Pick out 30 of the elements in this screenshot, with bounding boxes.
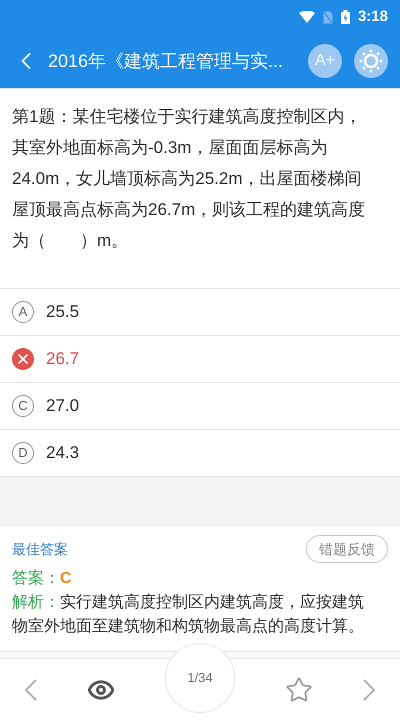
chevron-left-icon <box>25 678 37 700</box>
option-letter: A <box>12 301 34 323</box>
option-text: 26.7 <box>46 348 80 370</box>
answer-option[interactable]: 26.7 <box>0 336 400 383</box>
analysis-text: 解析：实行建筑高度控制区内建筑高度，应按建筑物室外地面至建筑物和构筑物最高点的高度计算。 <box>12 592 365 637</box>
no-sim-icon <box>322 10 333 24</box>
question-text: 第1题：某住宅楼位于实行建筑高度控制区内，其室外地面标高为-0.3m，屋面面层标高为24.0m，女儿墙顶标高为25.2m，出屋面楼梯间屋顶最高点标高为26.7m，则该工程的建筑高度为（ ）m。 <box>11 106 366 252</box>
card-title: 最佳答案 <box>12 540 68 558</box>
next-button[interactable] <box>363 678 375 700</box>
option-letter: C <box>12 395 34 417</box>
chevron-right-icon <box>363 678 375 700</box>
option-letter: D <box>12 442 34 464</box>
previous-button[interactable] <box>25 678 37 700</box>
option-text: 24.3 <box>46 442 80 464</box>
battery-icon <box>340 10 350 24</box>
star-button[interactable] <box>285 676 313 704</box>
answer-option[interactable]: A 25.5 <box>0 289 400 336</box>
wifi-icon <box>298 11 315 23</box>
answer-option[interactable]: C 27.0 <box>0 383 400 430</box>
brightness-button[interactable] <box>354 44 388 78</box>
option-text: 27.0 <box>46 395 80 418</box>
answer-label: 答案： <box>12 568 60 589</box>
wrong-icon <box>12 348 34 370</box>
window-title: 2016年《建筑工程管理与实... <box>48 50 284 72</box>
answer-value: C <box>60 569 72 589</box>
progress-button[interactable]: 1/34 <box>165 642 235 712</box>
option-text: 25.5 <box>46 301 80 324</box>
feedback-button[interactable]: 错题反馈 <box>306 535 388 563</box>
status-time: 3:18 <box>358 6 388 27</box>
brightness-icon <box>359 49 383 73</box>
